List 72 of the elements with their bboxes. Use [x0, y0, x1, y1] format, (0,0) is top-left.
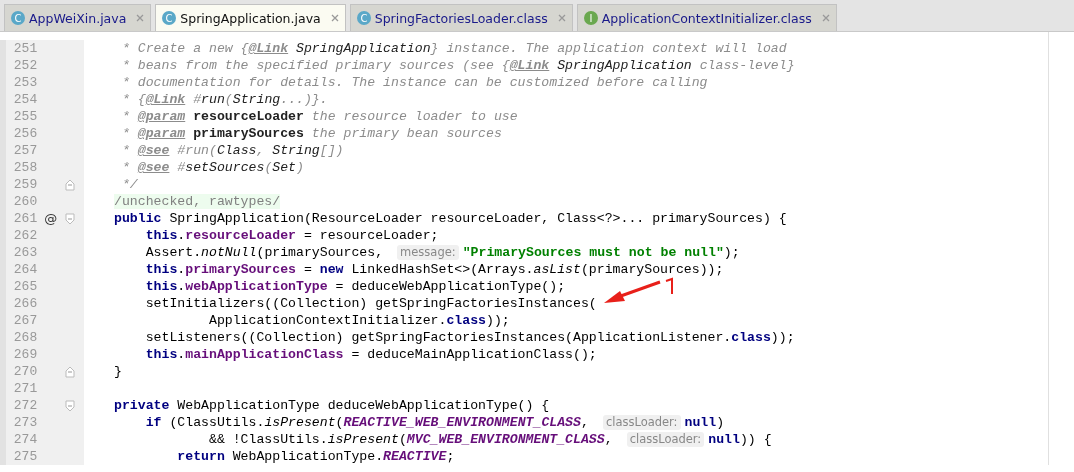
fold-icon[interactable] [64, 399, 75, 412]
line-number: 273 [12, 414, 38, 431]
code-text: && !ClassUtils.isPresent(MVC_WEB_ENVIRONMENT_CLASS, [207, 431, 613, 448]
file-type-icon: C [161, 10, 178, 26]
line-number: 268 [12, 329, 38, 346]
code-text: null)) { [708, 431, 772, 448]
code-text: "PrimarySources must not be null"); [462, 244, 740, 261]
close-icon[interactable] [820, 13, 831, 23]
file-type-icon: C [355, 10, 372, 26]
file-type-icon: C [10, 10, 26, 26]
code-text: ApplicationContextInitializer.class)); [207, 312, 510, 329]
line-number: 270 [12, 363, 38, 380]
code-text: private WebApplicationType deduceWebApplicationType() { [114, 397, 550, 414]
code-text: * @see #run(Class, String[]) [120, 142, 344, 159]
code-text: * @see #setSources(Set) [120, 159, 304, 176]
line-number: 264 [12, 261, 38, 278]
code-text: this.resourceLoader = resourceLoader; [144, 227, 439, 244]
line-number: 256 [12, 125, 38, 142]
code-text: null) [684, 414, 725, 431]
line-number: 255 [12, 108, 38, 125]
inlay-hint: message: [397, 245, 459, 260]
close-icon[interactable] [135, 13, 146, 23]
line-number: 260 [12, 193, 38, 210]
code-text: return WebApplicationType.REACTIVE; [176, 448, 455, 465]
line-number: 254 [12, 91, 38, 108]
code-text: this.primarySources = new LinkedHashSet<>(Arrays.asList(primarySources)); [144, 261, 724, 278]
code-text: } [114, 363, 122, 380]
editor-tab[interactable]: C AppWeiXin.java [4, 4, 152, 31]
editor-tab[interactable]: I ApplicationContextInitializer.class [576, 4, 837, 31]
code-text: setListeners((Collection) getSpringFactoriesInstances(ApplicationListener.class)); [144, 329, 795, 346]
line-number: 258 [12, 159, 38, 176]
fold-icon[interactable] [64, 365, 75, 378]
code-text: public SpringApplication(ResourceLoader resourceLoader, Class<?>... primarySources) { [114, 210, 787, 227]
editor-tab[interactable]: C SpringFactoriesLoader.class [349, 4, 573, 31]
editor-tab[interactable]: C SpringApplication.java [155, 4, 346, 31]
line-number: 259 [12, 176, 38, 193]
line-number: 253 [12, 74, 38, 91]
line-number: 257 [12, 142, 38, 159]
override-marker[interactable]: @ [44, 211, 58, 226]
code-text: */ [120, 176, 138, 193]
line-number: 275 [12, 448, 38, 465]
code-text: * documentation for details. The instance can be customized before calling [120, 74, 708, 91]
line-number: 251 [12, 40, 38, 57]
line-number: 267 [12, 312, 38, 329]
line-number: 272 [12, 397, 38, 414]
code-text: * {@Link #run(String...)}. [120, 91, 328, 108]
line-number: 262 [12, 227, 38, 244]
code-text: /unchecked, rawtypes/ [114, 193, 281, 210]
line-number: 274 [12, 431, 38, 448]
code-text: this.mainApplicationClass = deduceMainApplicationClass(); [144, 346, 597, 363]
line-number: 252 [12, 57, 38, 74]
line-number: 265 [12, 278, 38, 295]
line-number: 266 [12, 295, 38, 312]
code-text: * @param primarySources the primary bean sources [120, 125, 502, 142]
fold-icon[interactable] [64, 212, 75, 225]
line-number: 271 [12, 380, 38, 397]
fold-icon[interactable] [64, 178, 75, 191]
code-text: setInitializers((Collection) getSpringFactoriesInstances( [144, 295, 597, 312]
code-text: this.webApplicationType = deduceWebApplicationType(); [144, 278, 566, 295]
code-text: * beans from the specified primary sources (see {@Link SpringApplication class-level} [120, 57, 795, 74]
line-number: 261 [12, 210, 38, 227]
inlay-hint: classLoader: [626, 432, 705, 447]
inlay-hint: classLoader: [602, 415, 681, 430]
code-text: if (ClassUtils.isPresent(REACTIVE_WEB_ENVIRONMENT_CLASS, [144, 414, 589, 431]
code-text: Assert.notNull(primarySources, [144, 244, 384, 261]
code-text: * Create a new {@Link SpringApplication} instance. The application context will load [120, 40, 787, 57]
close-icon[interactable] [556, 13, 567, 23]
line-number: 263 [12, 244, 38, 261]
close-icon[interactable] [329, 13, 340, 23]
code-text: * @param resourceLoader the resource loader to use [120, 108, 518, 125]
line-number: 269 [12, 346, 38, 363]
file-type-icon: I [582, 10, 599, 26]
